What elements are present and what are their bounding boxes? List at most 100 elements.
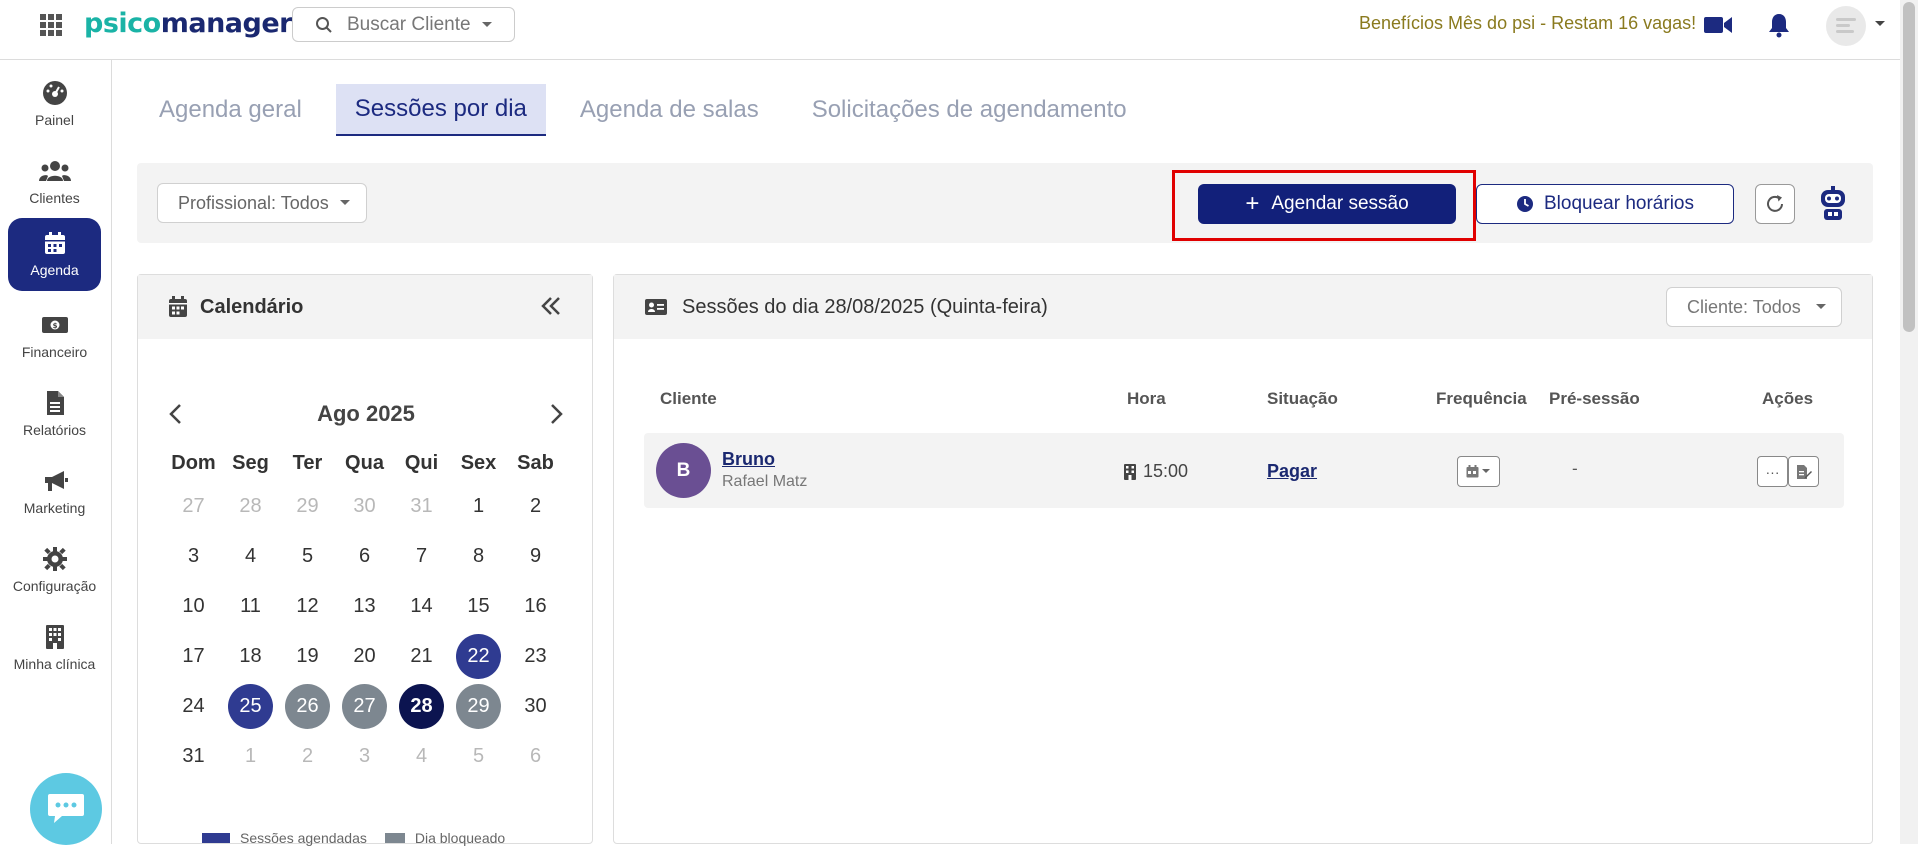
professional-filter-select[interactable]: Profissional: Todos (157, 183, 367, 223)
calendar-day[interactable]: 29 (450, 683, 507, 729)
client-search-input[interactable]: Buscar Cliente (292, 7, 515, 42)
calendar-day[interactable]: 5 (450, 734, 507, 779)
promo-link[interactable]: Benefícios Mês do psi - Restam 16 vagas! (1359, 13, 1696, 34)
calendar-day[interactable]: 14 (393, 584, 450, 629)
calendar-day[interactable]: 8 (450, 534, 507, 579)
refresh-button[interactable] (1755, 184, 1795, 224)
sidebar-item-configuracao[interactable]: Configuração (8, 534, 101, 607)
calendar-day[interactable]: 23 (507, 634, 564, 679)
table-row[interactable]: B Bruno Rafael Matz 15:00 Pagar - ··· (644, 433, 1844, 508)
page-scrollbar[interactable] (1900, 0, 1918, 844)
frequency-dropdown-button[interactable] (1457, 456, 1500, 487)
calendar-day[interactable]: 22 (450, 633, 507, 679)
sidebar-item-marketing[interactable]: Marketing (8, 456, 101, 529)
scrollbar-thumb[interactable] (1903, 2, 1915, 332)
logo[interactable]: psicomanager (84, 8, 292, 39)
calendar-day[interactable]: 27 (336, 683, 393, 729)
calendar-day[interactable]: 4 (393, 734, 450, 779)
calendar-week-row: 31 1 2 3 4 5 6 (165, 731, 565, 781)
calendar-day[interactable]: 2 (507, 484, 564, 529)
sidebar-item-label: Minha clínica (13, 656, 96, 672)
calendar-day[interactable]: 9 (507, 534, 564, 579)
calendar-icon (1466, 465, 1479, 478)
calendar-day-number: 31 (410, 494, 433, 517)
sidebar-item-painel[interactable]: Painel (8, 68, 101, 141)
calendar-day[interactable]: 16 (507, 584, 564, 629)
sidebar-item-relatorios[interactable]: Relatórios (8, 378, 101, 451)
chat-support-button[interactable] (30, 773, 102, 845)
notification-bell-icon[interactable] (1768, 12, 1790, 38)
calendar-day[interactable]: 21 (393, 634, 450, 679)
file-icon (46, 391, 64, 415)
calendar-day[interactable]: 30 (507, 684, 564, 729)
double-chevron-left-icon[interactable] (540, 295, 562, 317)
sidebar-item-agenda[interactable]: Agenda (8, 218, 101, 291)
chevron-right-icon[interactable] (550, 403, 564, 425)
calendar-day[interactable]: 28 (393, 683, 450, 729)
calendar-day[interactable]: 26 (279, 683, 336, 729)
calendar-day[interactable]: 29 (279, 484, 336, 529)
calendar-day[interactable]: 6 (507, 734, 564, 779)
calendar-week-row: 10 11 12 13 14 15 16 (165, 581, 565, 631)
client-name-link[interactable]: Bruno (722, 449, 775, 470)
weekday-label: Dom (171, 451, 216, 474)
video-call-icon[interactable] (1703, 14, 1733, 36)
calendar-day[interactable]: 3 (336, 734, 393, 779)
block-times-button[interactable]: Bloquear horários (1476, 184, 1734, 224)
schedule-session-button[interactable]: + Agendar sessão (1198, 184, 1456, 224)
calendar-day[interactable]: 28 (222, 484, 279, 529)
chevron-left-icon[interactable] (168, 403, 182, 425)
calendar-day[interactable]: 5 (279, 534, 336, 579)
calendar-card: Calendário Ago 2025 Dom Seg Ter Qua Qui Sex Sa… (137, 274, 593, 846)
sidebar-item-financeiro[interactable]: $ Financeiro (8, 300, 101, 373)
calendar-day[interactable]: 20 (336, 634, 393, 679)
tab-agenda-de-salas[interactable]: Agenda de salas (561, 84, 778, 136)
sidebar-item-clientes[interactable]: Clientes (8, 146, 101, 219)
calendar-day[interactable]: 6 (336, 534, 393, 579)
top-bar: psicomanager Buscar Cliente Benefícios M… (0, 0, 1900, 60)
assistant-robot-icon[interactable] (1818, 186, 1848, 220)
column-header-frequencia: Frequência (1436, 389, 1527, 408)
sidebar-item-label: Agenda (30, 262, 79, 278)
calendar-day[interactable]: 15 (450, 584, 507, 629)
calendar-day[interactable]: 25 (222, 683, 279, 729)
calendar-day[interactable]: 17 (165, 634, 222, 679)
payment-status-link[interactable]: Pagar (1267, 461, 1317, 482)
calendar-day[interactable]: 31 (393, 484, 450, 529)
calendar-day[interactable]: 18 (222, 634, 279, 679)
calendar-day[interactable]: 10 (165, 584, 222, 629)
more-actions-button[interactable]: ··· (1757, 456, 1788, 487)
calendar-day-number: 20 (353, 644, 376, 667)
calendar-day[interactable]: 30 (336, 484, 393, 529)
calendar-day-number: 22 (456, 633, 501, 679)
tab-solicitacoes-de-agendamento[interactable]: Solicitações de agendamento (793, 84, 1146, 136)
calendar-icon (169, 296, 187, 317)
calendar-day[interactable]: 24 (165, 684, 222, 729)
calendar-day[interactable]: 19 (279, 634, 336, 679)
calendar-day[interactable]: 27 (165, 484, 222, 529)
calendar-day[interactable]: 7 (393, 534, 450, 579)
calendar-day[interactable]: 31 (165, 734, 222, 779)
calendar-day[interactable]: 1 (450, 484, 507, 529)
client-filter-select[interactable]: Cliente: Todos (1666, 287, 1842, 327)
calendar-day[interactable]: 11 (222, 584, 279, 629)
calendar-day[interactable]: 13 (336, 584, 393, 629)
calendar-day[interactable]: 4 (222, 534, 279, 579)
tab-sessoes-por-dia[interactable]: Sessões por dia (335, 84, 546, 136)
apps-grid-icon[interactable] (40, 14, 62, 36)
calendar-day[interactable]: 12 (279, 584, 336, 629)
sidebar-item-minha-clinica[interactable]: Minha clínica (8, 612, 101, 685)
month-navigation: Ago 2025 (168, 401, 564, 427)
edit-notes-button[interactable] (1788, 456, 1819, 487)
search-icon (316, 16, 332, 33)
user-avatar[interactable] (1826, 6, 1866, 46)
calendar-day[interactable]: 3 (165, 534, 222, 579)
calendar-day-number: 16 (524, 594, 547, 617)
calendar-title: Calendário (200, 295, 304, 318)
calendar-day[interactable]: 2 (279, 734, 336, 779)
chevron-down-icon[interactable] (1874, 20, 1886, 28)
calendar-day-number: 8 (472, 544, 485, 567)
calendar-day-number: 1 (244, 744, 257, 767)
calendar-day[interactable]: 1 (222, 734, 279, 779)
tab-agenda-geral[interactable]: Agenda geral (140, 84, 321, 136)
